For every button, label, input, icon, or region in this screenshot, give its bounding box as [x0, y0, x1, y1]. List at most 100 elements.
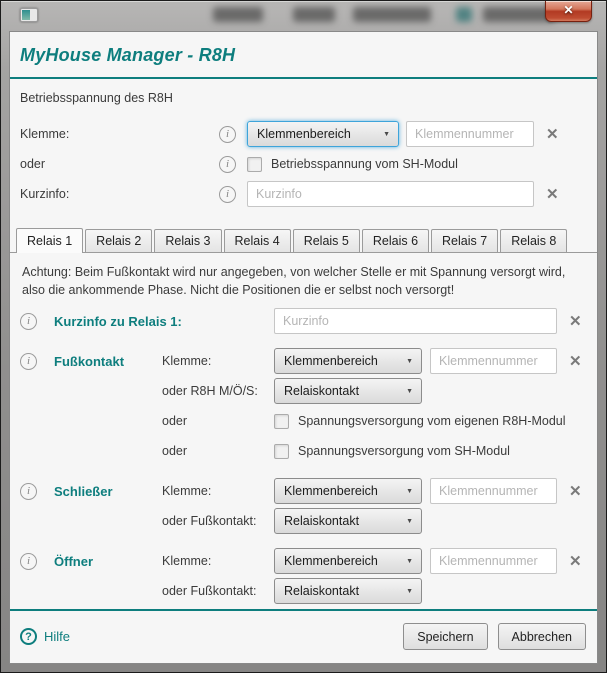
- combobox-value: Klemmenbereich: [284, 354, 378, 368]
- relais-kurzinfo-input[interactable]: [274, 308, 557, 334]
- fusskontakt-sh-modul-checkbox-label: Spannungsversorgung vom SH-Modul: [298, 444, 510, 458]
- fusskontakt-relaiskontakt-combobox[interactable]: Relaiskontakt ▼: [274, 378, 422, 404]
- tab-relais-1[interactable]: Relais 1: [16, 228, 83, 253]
- combobox-value: Relaiskontakt: [284, 514, 359, 528]
- info-icon[interactable]: i: [219, 156, 236, 173]
- dialog-header: MyHouse Manager - R8H: [10, 32, 597, 77]
- combobox-value: Klemmenbereich: [257, 127, 351, 141]
- schliesser-klemmenbereich-combobox[interactable]: Klemmenbereich ▼: [274, 478, 422, 504]
- app-icon: [20, 8, 38, 22]
- combobox-value: Klemmenbereich: [284, 554, 378, 568]
- relais-kurzinfo-row: i Kurzinfo zu Relais 1: ✕: [20, 308, 587, 334]
- schliesser-relaiskontakt-row: oder Fußkontakt: Relaiskontakt ▼: [20, 508, 587, 534]
- sh-modul-checkbox[interactable]: [247, 157, 262, 172]
- info-icon[interactable]: i: [20, 313, 37, 330]
- chevron-down-icon: ▼: [406, 588, 413, 595]
- titlebar-blur-artifact: [213, 7, 263, 22]
- fusskontakt-oder-label2: oder: [162, 444, 274, 458]
- clear-icon[interactable]: ✕: [569, 314, 582, 329]
- schliesser-relaiskontakt-combobox[interactable]: Relaiskontakt ▼: [274, 508, 422, 534]
- klemme-row: Klemme: i Klemmenbereich ▼ ✕: [20, 121, 587, 147]
- info-icon[interactable]: i: [20, 553, 37, 570]
- info-icon[interactable]: i: [219, 186, 236, 203]
- oeffner-klemme-row: i Öffner Klemme: Klemmenbereich ▼ ✕: [20, 548, 587, 574]
- clear-icon[interactable]: ✕: [569, 354, 582, 369]
- clear-icon[interactable]: ✕: [546, 187, 559, 202]
- chevron-down-icon: ▼: [406, 558, 413, 565]
- tab-relais-8[interactable]: Relais 8: [500, 229, 567, 252]
- oeffner-klemme-label: Klemme:: [162, 554, 274, 568]
- kurzinfo-input[interactable]: [247, 181, 534, 207]
- page-title: MyHouse Manager - R8H: [20, 45, 587, 66]
- chevron-down-icon: ▼: [406, 388, 413, 395]
- fusskontakt-checkbox2-row: oder Spannungsversorgung vom SH-Modul: [20, 438, 587, 464]
- dialog-body: MyHouse Manager - R8H Betriebsspannung d…: [9, 31, 598, 664]
- clear-icon[interactable]: ✕: [569, 554, 582, 569]
- tab-relais-2[interactable]: Relais 2: [85, 229, 152, 252]
- help-link[interactable]: ? Hilfe: [20, 628, 70, 645]
- tab-relais-6[interactable]: Relais 6: [362, 229, 429, 252]
- titlebar-blur-artifact: [456, 7, 472, 22]
- titlebar: ✕: [1, 1, 606, 31]
- titlebar-blur-artifact: [353, 7, 431, 22]
- relais-tabstrip: Relais 1 Relais 2 Relais 3 Relais 4 Rela…: [10, 228, 597, 253]
- fusskontakt-klemme-row: i Fußkontakt Klemme: Klemmenbereich ▼ ✕: [20, 348, 587, 374]
- tab-relais-3[interactable]: Relais 3: [154, 229, 221, 252]
- klemmennummer-input[interactable]: [406, 121, 534, 147]
- help-icon: ?: [20, 628, 37, 645]
- titlebar-blur-artifact: [293, 7, 335, 22]
- close-button[interactable]: ✕: [545, 1, 592, 22]
- app-icon-glyph: [22, 10, 30, 20]
- chevron-down-icon: ▼: [406, 358, 413, 365]
- oder-label: oder: [20, 157, 219, 171]
- info-icon[interactable]: i: [20, 353, 37, 370]
- fusskontakt-klemmennummer-input[interactable]: [430, 348, 557, 374]
- close-icon: ✕: [563, 3, 573, 17]
- info-icon[interactable]: i: [219, 126, 236, 143]
- oeffner-title: Öffner: [54, 554, 162, 569]
- schliesser-klemmennummer-input[interactable]: [430, 478, 557, 504]
- chevron-down-icon: ▼: [383, 131, 390, 138]
- dialog-window: ✕ MyHouse Manager - R8H Betriebsspannung…: [0, 0, 607, 673]
- oeffner-oder-label: oder Fußkontakt:: [162, 584, 274, 598]
- fusskontakt-title: Fußkontakt: [54, 354, 162, 369]
- klemmenbereich-combobox[interactable]: Klemmenbereich ▼: [247, 121, 399, 147]
- fusskontakt-sh-modul-checkbox[interactable]: [274, 444, 289, 459]
- tab-relais-7[interactable]: Relais 7: [431, 229, 498, 252]
- schliesser-klemme-row: i Schließer Klemme: Klemmenbereich ▼ ✕: [20, 478, 587, 504]
- section-title: Betriebsspannung des R8H: [20, 91, 587, 105]
- fusskontakt-klemmenbereich-combobox[interactable]: Klemmenbereich ▼: [274, 348, 422, 374]
- eigenes-r8h-modul-checkbox-label: Spannungsversorgung vom eigenen R8H-Modu…: [298, 414, 566, 428]
- relais-kurzinfo-label: Kurzinfo zu Relais 1:: [54, 314, 274, 329]
- relais-1-panel: Achtung: Beim Fußkontakt wird nur angege…: [10, 253, 597, 609]
- oeffner-relaiskontakt-combobox[interactable]: Relaiskontakt ▼: [274, 578, 422, 604]
- schliesser-klemme-label: Klemme:: [162, 484, 274, 498]
- kurzinfo-label: Kurzinfo:: [20, 187, 219, 201]
- fusskontakt-oder-label1: oder: [162, 414, 274, 428]
- tab-relais-5[interactable]: Relais 5: [293, 229, 360, 252]
- oeffner-klemmennummer-input[interactable]: [430, 548, 557, 574]
- oder-row: oder i Betriebsspannung vom SH-Modul: [20, 151, 587, 177]
- schliesser-oder-label: oder Fußkontakt:: [162, 514, 274, 528]
- betriebsspannung-form: Betriebsspannung des R8H Klemme: i Klemm…: [10, 79, 597, 211]
- oeffner-klemmenbereich-combobox[interactable]: Klemmenbereich ▼: [274, 548, 422, 574]
- kurzinfo-row: Kurzinfo: i ✕: [20, 181, 587, 207]
- klemme-label: Klemme:: [20, 127, 219, 141]
- fusskontakt-klemme-label: Klemme:: [162, 354, 274, 368]
- chevron-down-icon: ▼: [406, 488, 413, 495]
- save-button[interactable]: Speichern: [403, 623, 487, 650]
- info-icon[interactable]: i: [20, 483, 37, 500]
- eigenes-r8h-modul-checkbox[interactable]: [274, 414, 289, 429]
- clear-icon[interactable]: ✕: [569, 484, 582, 499]
- footer: ? Hilfe Speichern Abbrechen: [10, 611, 597, 663]
- fusskontakt-oder-relais-label: oder R8H M/Ö/S:: [162, 384, 274, 398]
- fusskontakt-checkbox1-row: oder Spannungsversorgung vom eigenen R8H…: [20, 408, 587, 434]
- help-label: Hilfe: [44, 629, 70, 644]
- chevron-down-icon: ▼: [406, 518, 413, 525]
- tab-relais-4[interactable]: Relais 4: [224, 229, 291, 252]
- combobox-value: Relaiskontakt: [284, 384, 359, 398]
- clear-icon[interactable]: ✕: [546, 127, 559, 142]
- cancel-button[interactable]: Abbrechen: [498, 623, 586, 650]
- combobox-value: Relaiskontakt: [284, 584, 359, 598]
- sh-modul-checkbox-label: Betriebsspannung vom SH-Modul: [271, 157, 458, 171]
